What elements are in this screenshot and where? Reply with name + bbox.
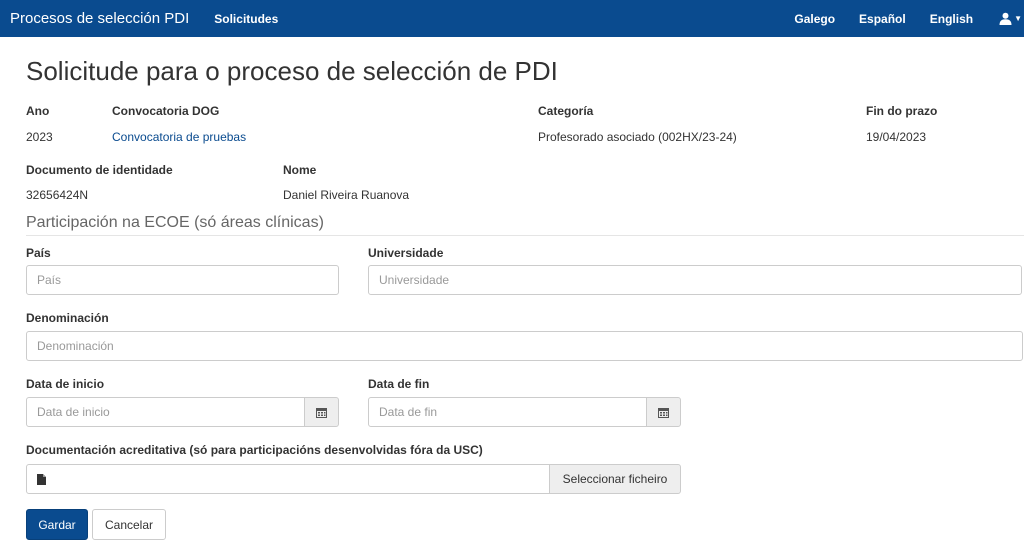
pais-label: País xyxy=(26,246,51,260)
nav-solicitudes[interactable]: Solicitudes xyxy=(214,12,278,26)
nome-value: Daniel Riveira Ruanova xyxy=(283,188,410,202)
fin-prazo-label: Fin do prazo xyxy=(866,104,938,118)
calendar-icon xyxy=(658,407,669,418)
documentacion-label: Documentación acreditativa (só para part… xyxy=(26,443,483,457)
denominacion-label: Denominación xyxy=(26,311,109,325)
page-title: Solicitude para o proceso de selección d… xyxy=(26,56,558,86)
data-fin-label: Data de fin xyxy=(368,377,430,391)
denominacion-input[interactable] xyxy=(26,331,1023,361)
ano-label: Ano xyxy=(26,104,50,118)
lang-english[interactable]: English xyxy=(930,12,973,26)
cancel-button[interactable]: Cancelar xyxy=(92,509,166,540)
select-file-button[interactable]: Seleccionar ficheiro xyxy=(549,464,681,494)
file-name-field[interactable] xyxy=(26,464,550,494)
brand-link[interactable]: Procesos de selección PDI xyxy=(10,10,189,27)
categoria-value: Profesorado asociado (002HX/23-24) xyxy=(538,130,737,144)
user-menu[interactable]: ▼ xyxy=(999,12,1022,25)
ano-value: 2023 xyxy=(26,130,53,144)
save-button[interactable]: Gardar xyxy=(26,509,88,540)
pais-input[interactable] xyxy=(26,265,339,295)
user-icon xyxy=(999,12,1012,25)
lang-espanol[interactable]: Español xyxy=(859,12,906,26)
universidade-label: Universidade xyxy=(368,246,444,260)
documento-label: Documento de identidade xyxy=(26,163,173,177)
fin-prazo-value: 19/04/2023 xyxy=(866,130,927,144)
convocatoria-link[interactable]: Convocatoria de pruebas xyxy=(112,130,246,144)
data-fin-calendar-button[interactable] xyxy=(646,397,681,427)
documento-value: 32656424N xyxy=(26,188,89,202)
top-navbar: Procesos de selección PDI Solicitudes Ga… xyxy=(0,0,1024,37)
categoria-label: Categoría xyxy=(538,104,594,118)
section-title-ecoe: Participación na ECOE (só áreas clínicas… xyxy=(26,214,324,231)
calendar-icon xyxy=(316,407,327,418)
data-inicio-label: Data de inicio xyxy=(26,377,105,391)
nome-label: Nome xyxy=(283,163,317,177)
universidade-input[interactable] xyxy=(368,265,1022,295)
data-inicio-input[interactable] xyxy=(26,397,305,427)
caret-down-icon: ▼ xyxy=(1014,14,1022,23)
file-icon xyxy=(37,473,46,485)
section-divider xyxy=(26,235,1024,236)
convocatoria-label: Convocatoria DOG xyxy=(112,104,220,118)
lang-galego[interactable]: Galego xyxy=(794,12,835,26)
data-fin-input[interactable] xyxy=(368,397,647,427)
nav-right: Galego Español English ▼ xyxy=(770,0,1024,37)
data-inicio-calendar-button[interactable] xyxy=(304,397,339,427)
